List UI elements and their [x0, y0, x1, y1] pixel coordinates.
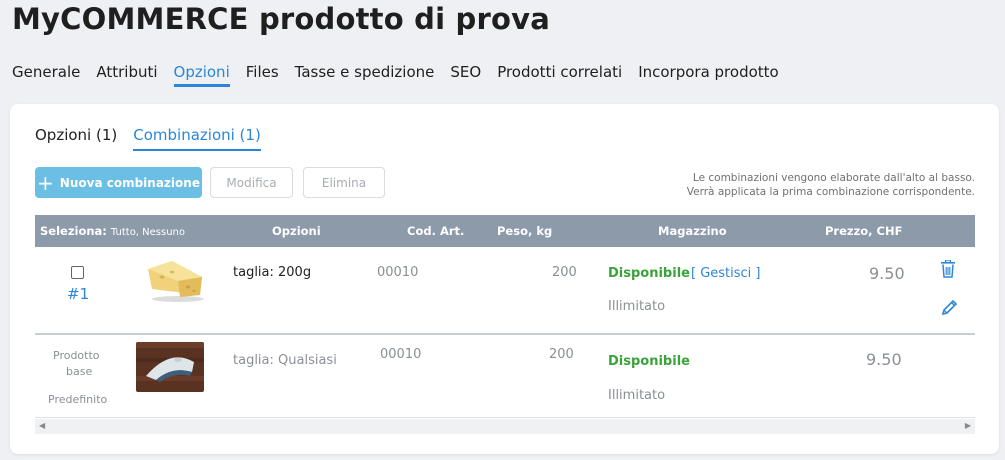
- row-index-link[interactable]: #1: [67, 285, 89, 303]
- subtab-opzioni[interactable]: Opzioni (1): [35, 126, 117, 151]
- info-line-1: Le combinazioni vengono elaborate dall'a…: [692, 172, 975, 184]
- cheese-image: [142, 255, 210, 305]
- manage-stock-link[interactable]: [ Gestisci ]: [691, 266, 761, 281]
- row-option: taglia: 200g: [233, 265, 312, 280]
- options-panel: Opzioni (1) Combinazioni (1) + Nuova com…: [10, 104, 999, 454]
- delete-button[interactable]: Elimina: [303, 167, 385, 198]
- table-row: Prodotto base Predefinito taglia: Qualsi…: [35, 337, 975, 418]
- trash-icon[interactable]: [940, 260, 956, 278]
- row-weight: 200: [549, 347, 574, 362]
- plus-icon: +: [37, 170, 54, 195]
- base-product-label-1: Prodotto: [53, 349, 100, 362]
- horizontal-scrollbar[interactable]: ◀ ▶: [35, 419, 975, 434]
- cheese-image: [136, 342, 204, 392]
- tab-tasse-spedizione[interactable]: Tasse e spedizione: [295, 63, 435, 87]
- header-price: Prezzo, CHF: [825, 224, 903, 238]
- tab-attributi[interactable]: Attributi: [96, 63, 157, 87]
- row-price: 9.50: [869, 264, 905, 283]
- base-product-label-2: base: [66, 365, 93, 378]
- select-header: Seleziona: Tutto, Nessuno: [40, 224, 185, 238]
- row-price: 9.50: [866, 350, 902, 369]
- edit-button[interactable]: Modifica: [210, 167, 293, 198]
- subtab-combinazioni[interactable]: Combinazioni (1): [133, 126, 261, 151]
- row-checkbox[interactable]: [71, 266, 84, 279]
- table-row: #1 taglia: 200g 00010 200 Disponibile [ …: [35, 247, 975, 335]
- header-stock: Magazzino: [658, 224, 727, 238]
- stock-quantity: Illimitato: [608, 299, 666, 314]
- table-header: Seleziona: Tutto, Nessuno Opzioni Cod. A…: [35, 215, 975, 247]
- row-weight: 200: [552, 265, 577, 280]
- stock-quantity: Illimitato: [608, 388, 666, 403]
- tab-opzioni[interactable]: Opzioni: [173, 63, 230, 87]
- new-combination-button[interactable]: + Nuova combinazione: [35, 167, 202, 198]
- stock-status: Disponibile: [608, 266, 690, 281]
- pencil-icon[interactable]: [940, 299, 958, 317]
- processing-info: Le combinazioni vengono elaborate dall'a…: [687, 171, 975, 199]
- row-sku: 00010: [380, 347, 422, 362]
- header-options: Opzioni: [272, 224, 321, 238]
- tab-prodotti-correlati[interactable]: Prodotti correlati: [497, 63, 622, 87]
- new-combination-label: Nuova combinazione: [59, 175, 200, 190]
- stock-status: Disponibile: [608, 354, 690, 369]
- header-weight: Peso, kg: [497, 224, 553, 238]
- row-sku: 00010: [377, 265, 419, 280]
- sub-tabs: Opzioni (1) Combinazioni (1): [35, 126, 277, 151]
- tab-seo[interactable]: SEO: [450, 63, 481, 87]
- info-line-2: Verrà applicata la prima combinazione co…: [686, 186, 975, 198]
- tab-files[interactable]: Files: [246, 63, 279, 87]
- main-tabs: Generale Attributi Opzioni Files Tasse e…: [12, 63, 795, 87]
- tab-generale[interactable]: Generale: [12, 63, 80, 87]
- tab-incorpora-prodotto[interactable]: Incorpora prodotto: [638, 63, 779, 87]
- header-sku: Cod. Art.: [407, 224, 465, 238]
- scroll-right-icon[interactable]: ▶: [965, 421, 971, 430]
- select-all-none-link[interactable]: Tutto, Nessuno: [111, 227, 185, 238]
- select-label: Seleziona:: [40, 224, 107, 238]
- default-label: Predefinito: [48, 393, 108, 406]
- page-title: MyCOMMERCE prodotto di prova: [12, 2, 551, 36]
- scroll-left-icon[interactable]: ◀: [39, 421, 45, 430]
- row-option: taglia: Qualsiasi: [233, 353, 337, 368]
